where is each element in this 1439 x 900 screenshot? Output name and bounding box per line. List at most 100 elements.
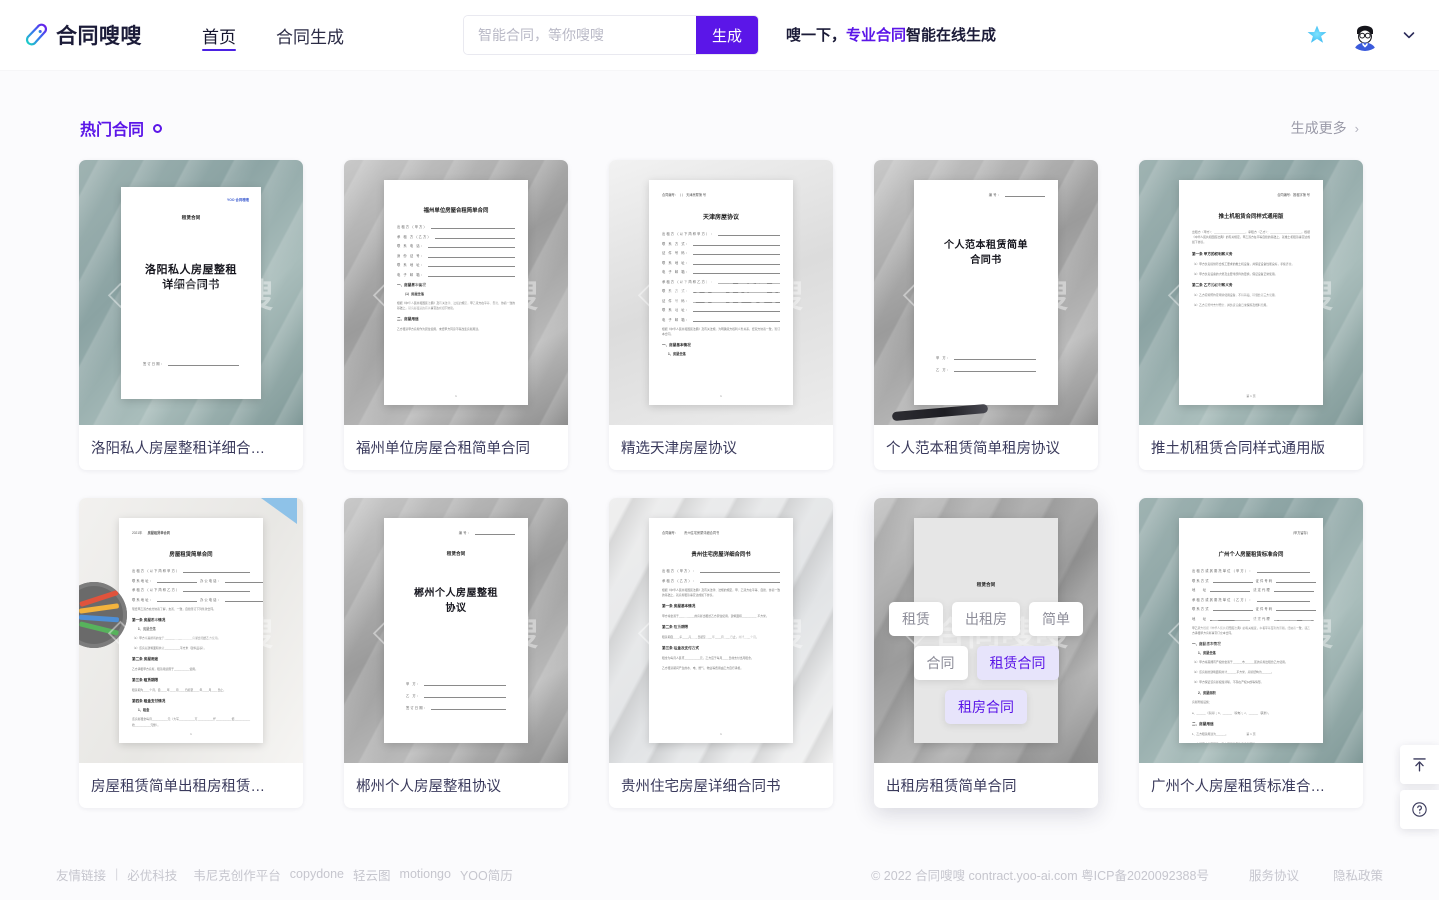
card-title: 个人范本租赁简单租房协议 — [874, 425, 1098, 470]
doc-section: 一、房屋基本情况 — [397, 282, 426, 287]
brand-name: 合同嗖嗖 — [56, 25, 142, 48]
document-preview: 福州单位房屋合租简单合同 出租方（甲方） 承 租 方（乙方） 联 系 电 话： … — [384, 180, 528, 405]
footer-link-yoo-resume[interactable]: YOO简历 — [460, 865, 513, 884]
footer-link-copydone[interactable]: copydone — [290, 867, 344, 881]
doc-title: 福州单位房屋合租简单合同 — [423, 208, 489, 214]
doc-section: 二、房屋用途 — [397, 316, 419, 321]
document-preview: （甲方留存） 广州个人房屋租赁标准合同 出租方或其委托单位（甲方）： 联系方式证… — [1179, 518, 1323, 743]
doc-kicker: 租赁合同 — [976, 582, 996, 587]
document-preview: YOO 合同嗖嗖 租赁合同 洛阳私人房屋整租 详细合同书 签订日期： — [121, 186, 261, 399]
contract-card[interactable]: 合同编号： 贵州住宅房屋详细合同书 贵州住宅房屋详细合同书 出租方（甲方）： 承… — [609, 498, 833, 808]
card-title: 洛阳私人房屋整租详细合… — [79, 425, 303, 470]
card-title-text: 福州单位房屋合租简单合同 — [356, 441, 530, 457]
doc-section: 第一条 房屋基本情况 — [662, 603, 696, 608]
arrow-up-to-bar-icon — [1413, 758, 1426, 772]
nav-item-home[interactable]: 首页 — [202, 0, 236, 70]
contract-card[interactable]: 合同编号：推租字第 号 推土机租赁合同样式通用版 出租方（甲方）：_______… — [1139, 160, 1363, 470]
question-mark-circle-icon — [1412, 802, 1427, 817]
doc-brand: YOO 合同嗖嗖 — [226, 197, 249, 202]
section-title: 热门合同 — [80, 116, 163, 140]
nav-item-contract-generate[interactable]: 合同生成 — [276, 0, 344, 70]
contract-card[interactable]: YOO 合同嗖嗖 租赁合同 洛阳私人房屋整租 详细合同书 签订日期： ◇ 合同嗖… — [79, 160, 303, 470]
doc-section: 第二条 租赁期限 — [662, 625, 689, 630]
app-header: 合同嗖嗖 首页 合同生成 生成 嗖一下，专业合同智能在线生成 — [0, 0, 1439, 70]
star-icon[interactable] — [1305, 23, 1329, 47]
footer-link-wnk[interactable]: 韦尼克创作平台 — [193, 865, 281, 884]
search-input[interactable] — [464, 16, 696, 54]
back-to-top-button[interactable] — [1400, 745, 1439, 784]
slogan-suffix: 智能在线生成 — [906, 27, 997, 44]
footer-link-biyou[interactable]: 必优科技 — [127, 865, 177, 884]
doc-kicker: 租赁合同 — [446, 551, 466, 556]
tag-chip[interactable]: 出租房 — [952, 602, 1020, 636]
tag-chip[interactable]: 简单 — [1029, 602, 1083, 636]
footer-link-privacy[interactable]: 隐私政策 — [1333, 865, 1383, 884]
doc-signature-row: 签订日期： — [143, 361, 239, 373]
doc-section: 第三条 租赁期限 — [132, 678, 159, 683]
help-button[interactable] — [1400, 790, 1439, 829]
footer-copyright: © 2022 合同嗖嗖 contract.yoo-ai.com 粤ICP备202… — [871, 868, 1209, 883]
header-slogan: 嗖一下，专业合同智能在线生成 — [786, 24, 996, 45]
contract-card[interactable]: 2021年 房屋租赁单合同 房屋租赁简单合同 出租方（以下简称甲方） 联系地址：… — [79, 498, 303, 808]
contract-card[interactable]: 编号： 个人范本租赁简单 合同书 甲 方： 乙 方： ◇ 合同嗖嗖 个人范本租赁… — [874, 160, 1098, 470]
card-thumbnail: 租赁合同 ◇ 合同嗖嗖 租赁 出租房 简单 合同 租赁合同 — [874, 498, 1098, 763]
doc-title: 天津房屋协议 — [702, 215, 739, 222]
page-footer: 友情链接 | 必优科技 韦尼克创作平台 copydone 轻云图 motiong… — [0, 848, 1439, 900]
doc-section: 第一条 甲方的权利和义务 — [1192, 251, 1233, 256]
avatar[interactable] — [1349, 19, 1381, 51]
contract-card[interactable]: 福州单位房屋合租简单合同 出租方（甲方） 承 租 方（乙方） 联 系 电 话： … — [344, 160, 568, 470]
card-thumbnail: 合同编号：（ ） 天津房屋第 号 天津房屋协议 出租方（以下简称甲方）： 联 系… — [609, 160, 833, 425]
logo-icon — [25, 23, 47, 45]
tag-chip[interactable]: 合同 — [913, 646, 968, 680]
generate-more-link[interactable]: 生成更多 › — [1291, 118, 1359, 138]
card-title: 推土机租赁合同样式通用版 — [1139, 425, 1363, 470]
card-thumbnail: 福州单位房屋合租简单合同 出租方（甲方） 承 租 方（乙方） 联 系 电 话： … — [344, 160, 568, 425]
card-title-text: 贵州住宅房屋详细合同书 — [621, 779, 781, 795]
document-preview: 合同编号：（ ） 天津房屋第 号 天津房屋协议 出租方（以下简称甲方）： 联 系… — [649, 180, 793, 405]
doc-title: 洛阳私人房屋整租 详细合同书 — [145, 263, 237, 292]
card-title-text: 郴州个人房屋整租协议 — [356, 779, 501, 795]
doc-subsection: 1、房屋坐落 — [1198, 650, 1216, 655]
document-preview: 2021年 房屋租赁单合同 房屋租赁简单合同 出租方（以下简称甲方） 联系地址：… — [119, 518, 263, 743]
card-title: 房屋租赁简单出租房租赁… — [79, 763, 303, 808]
footer-link-motiongo[interactable]: motiongo — [400, 867, 451, 881]
chevron-right-icon: › — [1354, 120, 1359, 136]
brand-logo-link[interactable]: 合同嗖嗖 — [24, 20, 142, 50]
main-nav: 首页 合同生成 — [202, 0, 344, 70]
contract-card[interactable]: 合同编号：（ ） 天津房屋第 号 天津房屋协议 出租方（以下简称甲方）： 联 系… — [609, 160, 833, 470]
card-thumbnail: 合同编号：推租字第 号 推土机租赁合同样式通用版 出租方（甲方）：_______… — [1139, 160, 1363, 425]
doc-section: 第二条 乙方的权利和义务 — [1192, 282, 1233, 287]
header-actions — [1305, 0, 1417, 70]
doc-title: 个人范本租赁简单 合同书 — [944, 240, 1028, 266]
contract-card[interactable]: （甲方留存） 广州个人房屋租赁标准合同 出租方或其委托单位（甲方）： 联系方式证… — [1139, 498, 1363, 808]
avatar-image — [1349, 19, 1381, 51]
doc-section: 二、房屋用途 — [1192, 721, 1214, 726]
tag-row: 合同 租赁合同 — [913, 646, 1059, 680]
card-thumbnail: 编号： 租赁合同 郴州个人房屋整租 协议 甲 方： 乙 方： 签订日期： ◇ 合… — [344, 498, 568, 763]
tag-chip-accent[interactable]: 租房合同 — [945, 690, 1027, 724]
chevron-down-icon[interactable] — [1401, 27, 1417, 43]
doc-subsection: 2、房屋面积 — [1198, 691, 1216, 696]
card-thumbnail: （甲方留存） 广州个人房屋租赁标准合同 出租方或其委托单位（甲方）： 联系方式证… — [1139, 498, 1363, 763]
doc-kicker: 租赁合同 — [181, 214, 201, 220]
tag-row: 租赁 出租房 简单 — [889, 602, 1083, 636]
tag-chip[interactable]: 租赁 — [889, 602, 943, 636]
slogan-prefix: 嗖一下， — [786, 27, 847, 44]
slogan-highlight: 专业合同 — [846, 27, 907, 44]
contract-card[interactable]: 编号： 租赁合同 郴州个人房屋整租 协议 甲 方： 乙 方： 签订日期： ◇ 合… — [344, 498, 568, 808]
contract-card-hovered[interactable]: 租赁合同 ◇ 合同嗖嗖 租赁 出租房 简单 合同 租赁合同 — [874, 498, 1098, 808]
footer-link-terms[interactable]: 服务协议 — [1249, 865, 1299, 884]
generate-more-label: 生成更多 — [1290, 120, 1347, 136]
doc-signature-row: 甲 方： 乙 方： — [936, 355, 1036, 379]
generate-button[interactable]: 生成 — [696, 16, 758, 54]
card-title: 贵州住宅房屋详细合同书 — [609, 763, 833, 808]
document-preview: 编号： 租赁合同 郴州个人房屋整租 协议 甲 方： 乙 方： 签订日期： — [384, 518, 528, 743]
tag-chip-accent[interactable]: 租赁合同 — [976, 646, 1059, 680]
card-title-text: 个人范本租赁简单租房协议 — [886, 441, 1060, 457]
doc-title: 广州个人房屋租赁标准合同 — [1218, 552, 1284, 559]
footer-links-label: 友情链接 — [56, 868, 107, 883]
footer-link-qingyuntu[interactable]: 轻云图 — [353, 865, 391, 884]
loading-ring-icon — [153, 123, 163, 133]
section-title-label: 热门合同 — [80, 122, 145, 139]
doc-title: 房屋租赁简单合同 — [169, 552, 213, 559]
